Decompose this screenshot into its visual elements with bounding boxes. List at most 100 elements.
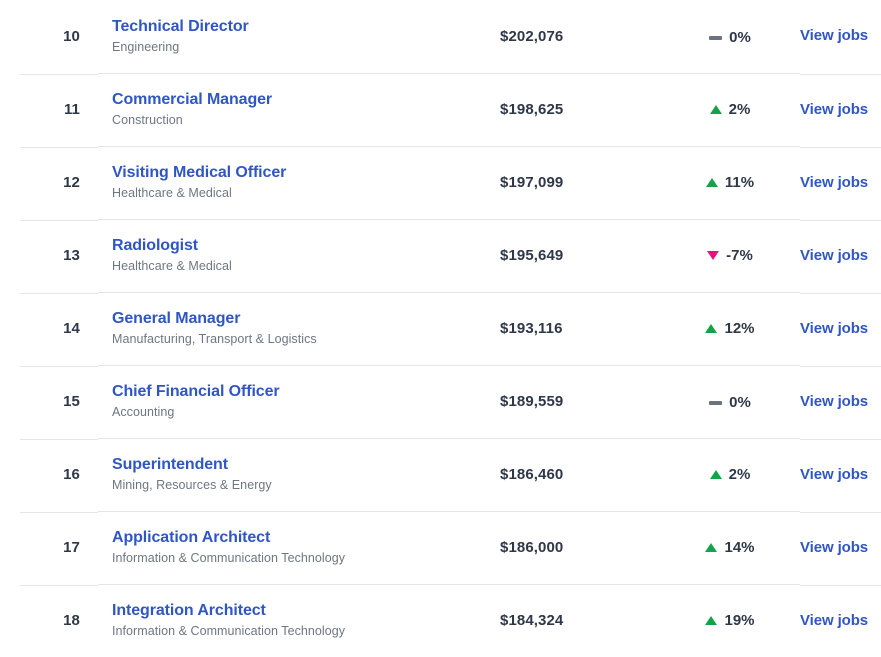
salary-value: $186,460 bbox=[500, 466, 564, 483]
rank-cell: 13 bbox=[0, 219, 98, 292]
triangle-up-icon bbox=[709, 470, 722, 479]
change-cell: 12% bbox=[660, 291, 800, 365]
triangle-up-icon bbox=[705, 178, 718, 187]
salary-cell: $197,099 bbox=[492, 145, 660, 219]
view-jobs-link[interactable]: View jobs bbox=[800, 539, 868, 556]
change-value: -7% bbox=[726, 247, 753, 264]
view-jobs-link[interactable]: View jobs bbox=[800, 247, 868, 264]
job-cell: Visiting Medical Officer Healthcare & Med… bbox=[98, 145, 492, 219]
view-jobs-link[interactable]: View jobs bbox=[800, 320, 868, 337]
rank-cell: 18 bbox=[0, 584, 98, 657]
flat-dash-icon bbox=[709, 400, 723, 405]
salary-value: $186,000 bbox=[500, 539, 564, 556]
change-indicator: 14% bbox=[705, 539, 755, 556]
salary-cell: $189,559 bbox=[492, 364, 660, 438]
rank-value: 11 bbox=[63, 101, 80, 118]
change-indicator: 0% bbox=[709, 394, 751, 411]
job-title-link[interactable]: General Manager bbox=[112, 309, 492, 329]
job-cell: Application Architect Information & Commu… bbox=[98, 510, 492, 584]
action-cell: View jobs bbox=[800, 438, 881, 511]
job-cell: Integration Architect Information & Commu… bbox=[98, 583, 492, 657]
job-title-link[interactable]: Chief Financial Officer bbox=[112, 382, 492, 402]
change-value: 0% bbox=[729, 394, 751, 412]
job-cell: Commercial Manager Construction bbox=[98, 72, 492, 146]
salary-ranking-table: 10 Technical Director Engineering $202,076 0… bbox=[0, 0, 881, 657]
table-row: 15 Chief Financial Officer Accounting $189,… bbox=[0, 364, 881, 438]
view-jobs-link[interactable]: View jobs bbox=[800, 174, 868, 191]
triangle-up-icon bbox=[705, 324, 718, 333]
rank-value: 10 bbox=[63, 27, 80, 45]
salary-value: $193,116 bbox=[500, 320, 563, 337]
action-cell: View jobs bbox=[800, 511, 881, 584]
change-value: 14% bbox=[724, 539, 755, 556]
salary-value: $202,076 bbox=[500, 27, 564, 45]
rank-value: 15 bbox=[63, 393, 80, 410]
salary-value: $198,625 bbox=[500, 101, 564, 118]
change-cell: 19% bbox=[660, 583, 800, 657]
change-value: 19% bbox=[724, 612, 755, 630]
job-title-link[interactable]: Radiologist bbox=[112, 236, 492, 256]
job-cell: General Manager Manufacturing, Transport … bbox=[98, 291, 492, 365]
action-cell: View jobs bbox=[800, 146, 881, 219]
view-jobs-link[interactable]: View jobs bbox=[800, 612, 868, 629]
job-category-label: Information & Communication Technology bbox=[112, 551, 346, 565]
change-value: 2% bbox=[728, 101, 751, 118]
rank-cell: 15 bbox=[0, 365, 98, 438]
change-indicator: 11% bbox=[705, 174, 754, 191]
salary-value: $184,324 bbox=[500, 612, 564, 630]
action-cell: View jobs bbox=[800, 0, 881, 73]
job-category-label: Healthcare & Medical bbox=[112, 186, 232, 200]
change-indicator: 2% bbox=[709, 466, 751, 483]
triangle-up-icon bbox=[709, 105, 722, 114]
rank-cell: 17 bbox=[0, 511, 98, 584]
action-cell: View jobs bbox=[800, 584, 881, 657]
change-value: 2% bbox=[728, 466, 751, 483]
job-category-label: Engineering bbox=[112, 39, 180, 54]
job-title-link[interactable]: Application Architect bbox=[112, 528, 492, 548]
action-cell: View jobs bbox=[800, 292, 881, 365]
view-jobs-link[interactable]: View jobs bbox=[800, 466, 868, 483]
table-row: 10 Technical Director Engineering $202,076 0… bbox=[0, 0, 881, 73]
change-cell: 2% bbox=[660, 437, 800, 511]
salary-cell: $193,116 bbox=[492, 291, 660, 365]
table-row: 18 Integration Architect Information & Com… bbox=[0, 583, 881, 657]
triangle-up-icon bbox=[705, 616, 718, 626]
job-category-label: Information & Communication Technology bbox=[112, 624, 346, 639]
job-category-label: Accounting bbox=[112, 405, 175, 419]
change-cell: 0% bbox=[660, 364, 800, 438]
change-indicator: 0% bbox=[709, 29, 751, 46]
rank-cell: 14 bbox=[0, 292, 98, 365]
action-cell: View jobs bbox=[800, 219, 881, 292]
rank-value: 12 bbox=[63, 174, 80, 191]
salary-value: $195,649 bbox=[500, 247, 564, 264]
change-indicator: -7% bbox=[707, 247, 753, 264]
flat-dash-icon bbox=[709, 35, 723, 40]
salary-value: $197,099 bbox=[500, 174, 564, 191]
salary-cell: $202,076 bbox=[492, 0, 660, 73]
job-title-link[interactable]: Commercial Manager bbox=[112, 90, 492, 110]
rank-value: 17 bbox=[63, 539, 80, 556]
job-title-link[interactable]: Superintendent bbox=[112, 455, 492, 475]
rank-value: 18 bbox=[63, 612, 80, 630]
salary-value: $189,559 bbox=[500, 393, 564, 410]
job-title-link[interactable]: Visiting Medical Officer bbox=[112, 163, 492, 183]
change-indicator: 19% bbox=[705, 612, 755, 630]
triangle-up-icon bbox=[705, 543, 718, 552]
job-title-link[interactable]: Technical Director bbox=[112, 17, 492, 37]
table-row: 13 Radiologist Healthcare & Medical $195,64… bbox=[0, 218, 881, 292]
rank-cell: 16 bbox=[0, 438, 98, 511]
table-row: 16 Superintendent Mining, Resources & Ener… bbox=[0, 437, 881, 511]
action-cell: View jobs bbox=[800, 73, 881, 146]
job-category-label: Healthcare & Medical bbox=[112, 259, 232, 273]
change-cell: 2% bbox=[660, 72, 800, 146]
table-row: 11 Commercial Manager Construction $198,625… bbox=[0, 72, 881, 146]
view-jobs-link[interactable]: View jobs bbox=[800, 393, 868, 410]
rank-value: 14 bbox=[63, 320, 80, 337]
action-cell: View jobs bbox=[800, 365, 881, 438]
view-jobs-link[interactable]: View jobs bbox=[800, 27, 868, 44]
change-indicator: 12% bbox=[705, 320, 755, 337]
job-title-link[interactable]: Integration Architect bbox=[112, 601, 492, 621]
job-cell: Technical Director Engineering bbox=[98, 0, 492, 73]
view-jobs-link[interactable]: View jobs bbox=[800, 101, 868, 118]
job-cell: Chief Financial Officer Accounting bbox=[98, 364, 492, 438]
